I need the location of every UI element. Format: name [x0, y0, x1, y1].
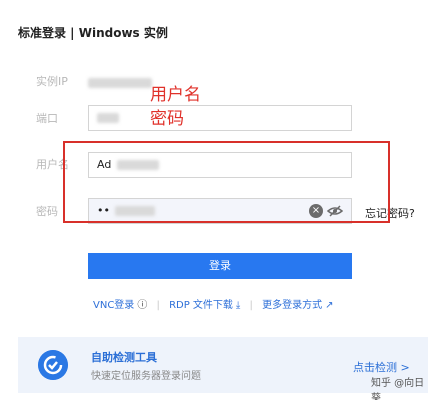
self-check-panel: 自助检测工具 快速定位服务器登录问题 点击检测 > 知乎 @向日葵: [18, 337, 428, 400]
external-link-icon[interactable]: ↗: [325, 300, 333, 311]
annotation-box: [63, 141, 390, 223]
separator: |: [156, 300, 160, 311]
login-options: VNC登录 ⓘ | RDP 文件下载 ⤓ | 更多登录方式 ↗: [93, 296, 333, 311]
port-label: 端口: [36, 112, 58, 125]
download-icon[interactable]: ⤓: [236, 300, 240, 311]
page-title: 标准登录 | Windows 实例: [18, 26, 168, 40]
instance-ip-label: 实例IP: [36, 75, 68, 88]
watermark: 知乎 @向日葵: [371, 378, 425, 400]
info-icon[interactable]: ⓘ: [137, 300, 147, 311]
diagnostic-tool-icon: [38, 350, 68, 380]
password-label: 密码: [36, 205, 58, 218]
annotation-username: 用户名: [150, 85, 201, 105]
vnc-login-link[interactable]: VNC登录: [93, 300, 134, 311]
run-check-link[interactable]: 点击检测 >: [353, 359, 410, 375]
rdp-download-link[interactable]: RDP 文件下载: [169, 300, 233, 311]
tool-title: 自助检测工具: [91, 351, 157, 364]
more-login-link[interactable]: 更多登录方式: [262, 300, 322, 311]
annotation-password: 密码: [150, 109, 184, 129]
tool-subtitle: 快速定位服务器登录问题: [91, 371, 201, 382]
instance-ip-value: [88, 72, 152, 91]
port-field[interactable]: [88, 105, 352, 131]
login-button[interactable]: 登录: [88, 253, 352, 279]
separator: |: [249, 300, 253, 311]
